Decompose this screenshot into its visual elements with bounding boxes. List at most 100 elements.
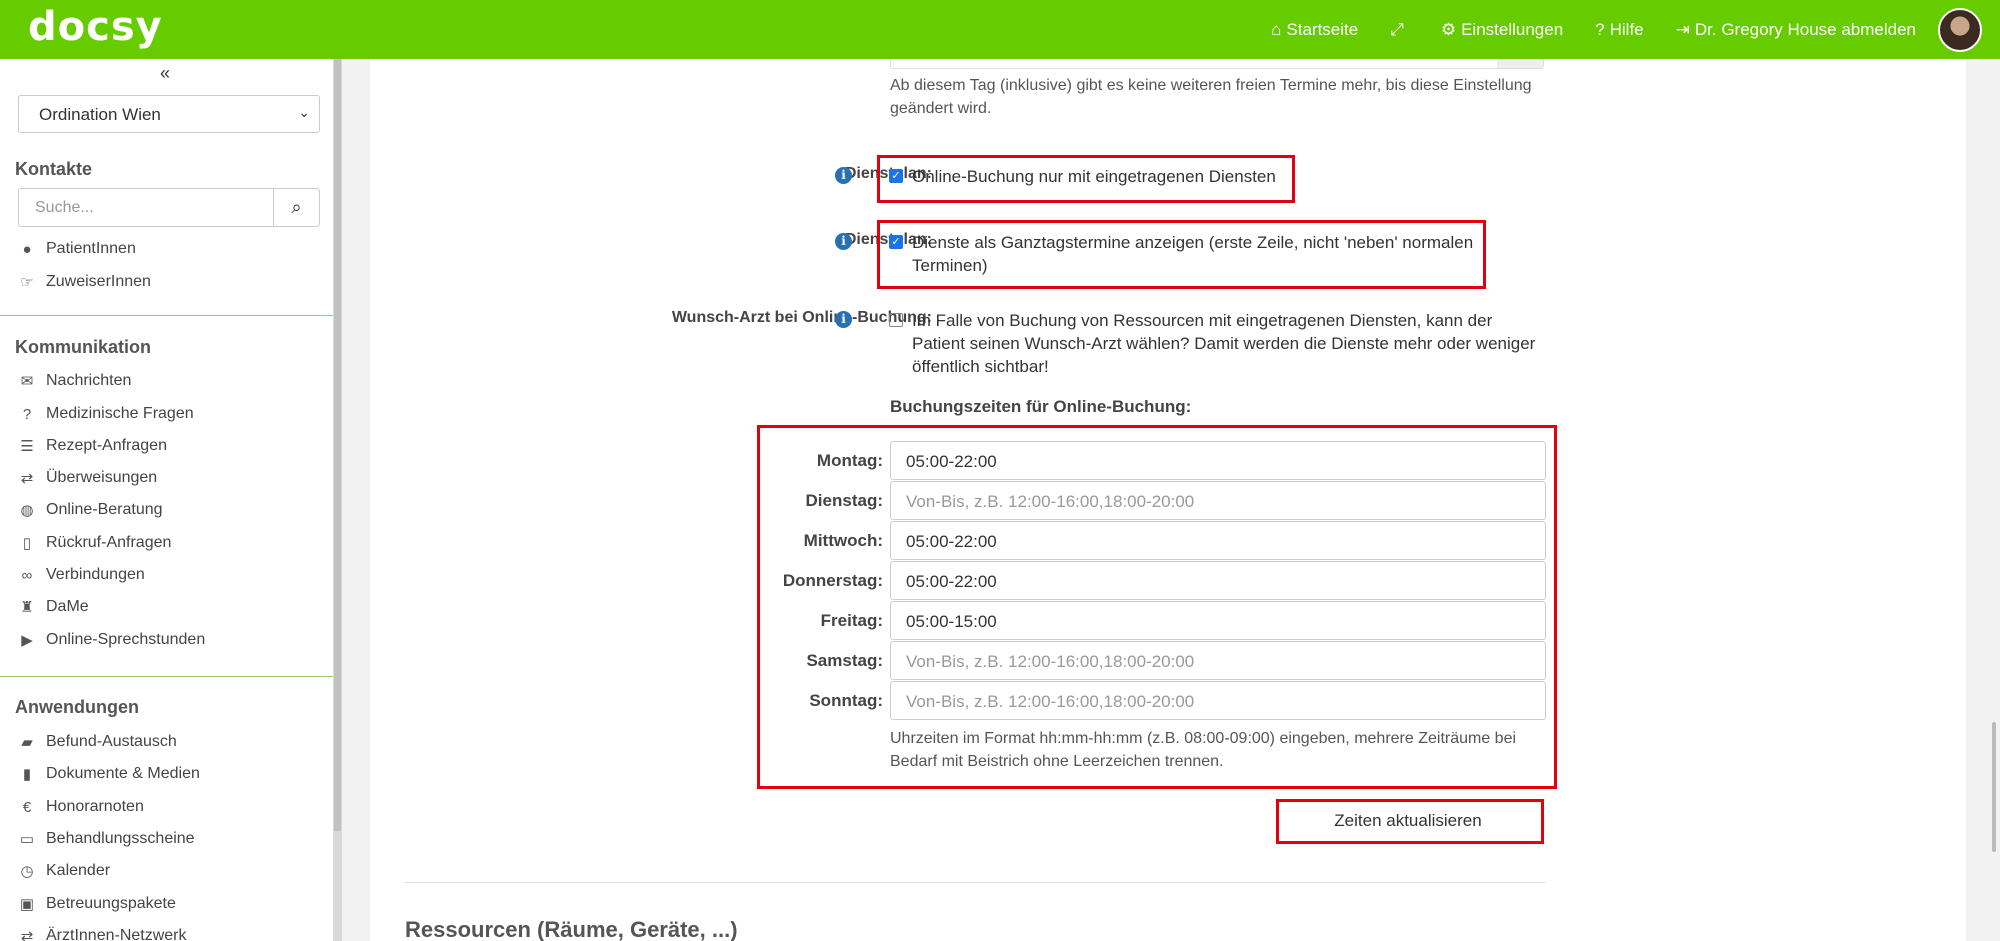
sidebar-item-behandlungsscheine[interactable]: ▭ Behandlungsscheine	[18, 830, 195, 848]
top-nav: ⌂ Startseite ⤢ ⚙ Einstellungen ? Hilfe ⇥ Dr.…	[1239, 0, 1916, 59]
day-row-sonntag: Sonntag: Von-Bis, z.B. 12:00-16:00,18:00…	[370, 681, 1546, 720]
day-label: Samstag:	[806, 651, 883, 670]
time-input-mittwoch[interactable]: 05:00-22:00	[890, 521, 1546, 560]
applications-title: Anwendungen	[15, 697, 139, 717]
date-input-partial[interactable]	[890, 59, 1544, 69]
docsy-logo[interactable]: docsy	[28, 4, 163, 50]
question-icon: ?	[1595, 19, 1605, 39]
day-label: Sonntag:	[809, 691, 883, 710]
sidebar-item-nachrichten[interactable]: ✉ Nachrichten	[18, 372, 132, 390]
day-row-mittwoch: Mittwoch: 05:00-22:00	[370, 521, 1546, 560]
page-scrollbar-thumb[interactable]	[1992, 722, 1996, 852]
sidebar-item-medizinische-fragen[interactable]: ? Medizinische Fragen	[18, 405, 194, 423]
gear-icon: ⚙	[1440, 19, 1457, 39]
sidebar-item-rueckruf-anfragen[interactable]: ▯ Rückruf-Anfragen	[18, 534, 172, 552]
day-label: Montag:	[816, 451, 883, 470]
section-divider	[405, 882, 1545, 883]
booking-times-title: Buchungszeiten für Online-Buchung:	[890, 397, 1192, 416]
day-row-freitag: Freitag: 05:00-15:00	[370, 601, 1546, 640]
avatar[interactable]	[1938, 8, 1982, 52]
network-icon: ⇄	[20, 928, 34, 941]
clock-icon: ◷	[20, 863, 34, 880]
checkbox-shifts-all-day[interactable]: ✓ Dienste als Ganztagstermine anzeigen (…	[889, 231, 1479, 277]
sidebar-item-honorarnoten[interactable]: € Honorarnoten	[18, 798, 144, 816]
sidebar-item-verbindungen[interactable]: ∞ Verbindungen	[18, 566, 145, 584]
contacts-title: Kontakte	[15, 159, 93, 179]
day-row-montag: Montag: 05:00-22:00	[370, 441, 1546, 480]
day-row-samstag: Samstag: Von-Bis, z.B. 12:00-16:00,18:00…	[370, 641, 1546, 680]
nav-hilfe[interactable]: ? Hilfe	[1595, 20, 1643, 40]
sidebar-item-kalender[interactable]: ◷ Kalender	[18, 862, 110, 880]
time-input-dienstag[interactable]: Von-Bis, z.B. 12:00-16:00,18:00-20:00	[890, 481, 1546, 520]
info-icon[interactable]: i	[835, 233, 852, 250]
sidebar-item-online-sprechstunden[interactable]: ▶ Online-Sprechstunden	[18, 631, 205, 649]
page-scrollbar[interactable]	[1988, 59, 2000, 941]
day-label: Freitag:	[820, 611, 883, 630]
sidebar-item-befund-austausch[interactable]: ▰ Befund-Austausch	[18, 733, 177, 751]
info-icon[interactable]: i	[835, 311, 852, 328]
day-label: Donnerstag:	[782, 571, 883, 590]
divider	[0, 315, 333, 316]
checkbox-preferred-doctor[interactable]: Im Falle von Buchung von Ressourcen mit …	[889, 309, 1549, 378]
list-icon: ☰	[20, 438, 34, 455]
time-input-samstag[interactable]: Von-Bis, z.B. 12:00-16:00,18:00-20:00	[890, 641, 1546, 680]
nav-startseite[interactable]: ⌂ Startseite	[1271, 20, 1358, 40]
checkbox-unchecked-icon[interactable]	[889, 313, 903, 327]
sidebar-item-aerztinnen-netzwerk[interactable]: ⇄ ÄrztInnen-Netzwerk	[18, 927, 187, 941]
day-label: Mittwoch:	[803, 531, 883, 550]
video-icon: ▶	[21, 632, 33, 649]
checkbox-online-booking-shifts[interactable]: ✓ Online-Buchung nur mit eingetragenen D…	[889, 165, 1276, 188]
sidebar-item-rezept-anfragen[interactable]: ☰ Rezept-Anfragen	[18, 437, 167, 455]
sidebar-item-dame[interactable]: ♜ DaMe	[18, 598, 88, 616]
sidebar-item-zuweiserinnen[interactable]: ☞ ZuweiserInnen	[18, 273, 151, 291]
referral-hand-icon: ☞	[20, 274, 34, 291]
info-icon[interactable]: i	[835, 167, 852, 184]
settings-panel: Ab diesem Tag (inklusive) gibt es keine …	[370, 59, 1966, 941]
sidebar-item-dokumente-medien[interactable]: ▮ Dokumente & Medien	[18, 765, 200, 783]
divider	[0, 676, 333, 677]
sidebar-item-online-beratung[interactable]: ◍ Online-Beratung	[18, 501, 162, 519]
checkbox-checked-icon[interactable]: ✓	[889, 235, 903, 249]
sidebar: « Ordination Wien ⌄ Kontakte Suche... ⌕ ●…	[0, 59, 333, 941]
question-circle-icon: ?	[22, 405, 32, 423]
day-row-donnerstag: Donnerstag: 05:00-22:00	[370, 561, 1546, 600]
communication-title: Kommunikation	[15, 337, 152, 357]
dame-icon: ♜	[20, 599, 34, 616]
fullscreen-button[interactable]: ⤢	[1390, 20, 1409, 40]
nav-einstellungen[interactable]: ⚙ Einstellungen	[1441, 20, 1563, 40]
gift-icon: ▣	[19, 896, 35, 913]
top-navigation-bar: docsy ⌂ Startseite ⤢ ⚙ Einstellungen ? Hilf…	[0, 0, 2000, 59]
date-input-addon[interactable]	[1497, 59, 1543, 68]
home-icon: ⌂	[1271, 19, 1282, 39]
time-format-help-text: Uhrzeiten im Format hh:mm-hh:mm (z.B. 08…	[890, 730, 1517, 770]
contact-search: Suche... ⌕	[18, 188, 320, 227]
sidebar-item-ueberweisungen[interactable]: ⇄ Überweisungen	[18, 469, 157, 487]
fullscreen-icon: ⤢	[1390, 19, 1404, 39]
sidebar-item-betreuungspakete[interactable]: ▣ Betreuungspakete	[18, 895, 176, 913]
logout-link[interactable]: ⇥ Dr. Gregory House abmelden	[1676, 20, 1916, 40]
update-times-button[interactable]: Zeiten aktualisieren	[1277, 801, 1539, 840]
location-select[interactable]: Ordination Wien ⌄	[18, 95, 320, 133]
checkbox-checked-icon[interactable]: ✓	[889, 169, 903, 183]
search-input[interactable]: Suche...	[35, 199, 94, 217]
user-icon: ●	[22, 240, 32, 258]
inbox-icon: ▭	[19, 831, 35, 848]
sidebar-scrollbar[interactable]	[333, 59, 342, 941]
logout-icon: ⇥	[1675, 19, 1690, 39]
day-label: Dienstag:	[805, 491, 883, 510]
sidebar-scrollbar-thumb[interactable]	[334, 59, 341, 831]
search-button[interactable]: ⌕	[273, 189, 319, 226]
link-icon: ∞	[21, 566, 33, 584]
mobile-icon: ▯	[22, 535, 32, 552]
time-input-freitag[interactable]: 05:00-15:00	[890, 601, 1546, 640]
sidebar-item-patientinnen[interactable]: ● PatientInnen	[18, 240, 135, 258]
time-input-montag[interactable]: 05:00-22:00	[890, 441, 1546, 480]
folder-open-icon: ▰	[21, 734, 33, 751]
collapse-sidebar-icon[interactable]: «	[160, 63, 170, 84]
time-input-sonntag[interactable]: Von-Bis, z.B. 12:00-16:00,18:00-20:00	[890, 681, 1546, 720]
day-row-dienstag: Dienstag: Von-Bis, z.B. 12:00-16:00,18:0…	[370, 481, 1546, 520]
file-icon: ▮	[22, 766, 32, 783]
time-input-donnerstag[interactable]: 05:00-22:00	[890, 561, 1546, 600]
globe-icon: ◍	[20, 502, 34, 519]
resources-title: Ressourcen (Räume, Geräte, ...)	[405, 917, 738, 941]
